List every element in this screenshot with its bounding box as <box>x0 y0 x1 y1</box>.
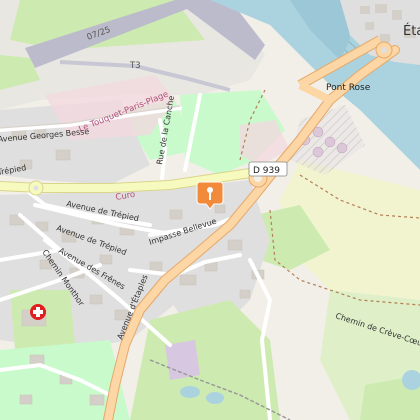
town-label: Éta <box>403 23 420 39</box>
hospital-cross-icon[interactable] <box>30 304 46 320</box>
map-view[interactable]: Éta Pont Rose 07/25 T3 Le Touquet-Paris-… <box>0 0 420 420</box>
roundabout-west-island <box>33 185 39 191</box>
pond-south <box>180 386 200 398</box>
pond-south-2 <box>206 392 224 404</box>
route-shield-d939: D 939 <box>248 161 288 177</box>
taxiway-label: T3 <box>129 61 141 71</box>
roundabout-east-island <box>381 47 387 53</box>
svg-text:D 939: D 939 <box>253 166 280 176</box>
map-canvas[interactable]: Éta Pont Rose 07/25 T3 Le Touquet-Paris-… <box>0 0 420 420</box>
bridge-label: Pont Rose <box>326 83 371 93</box>
